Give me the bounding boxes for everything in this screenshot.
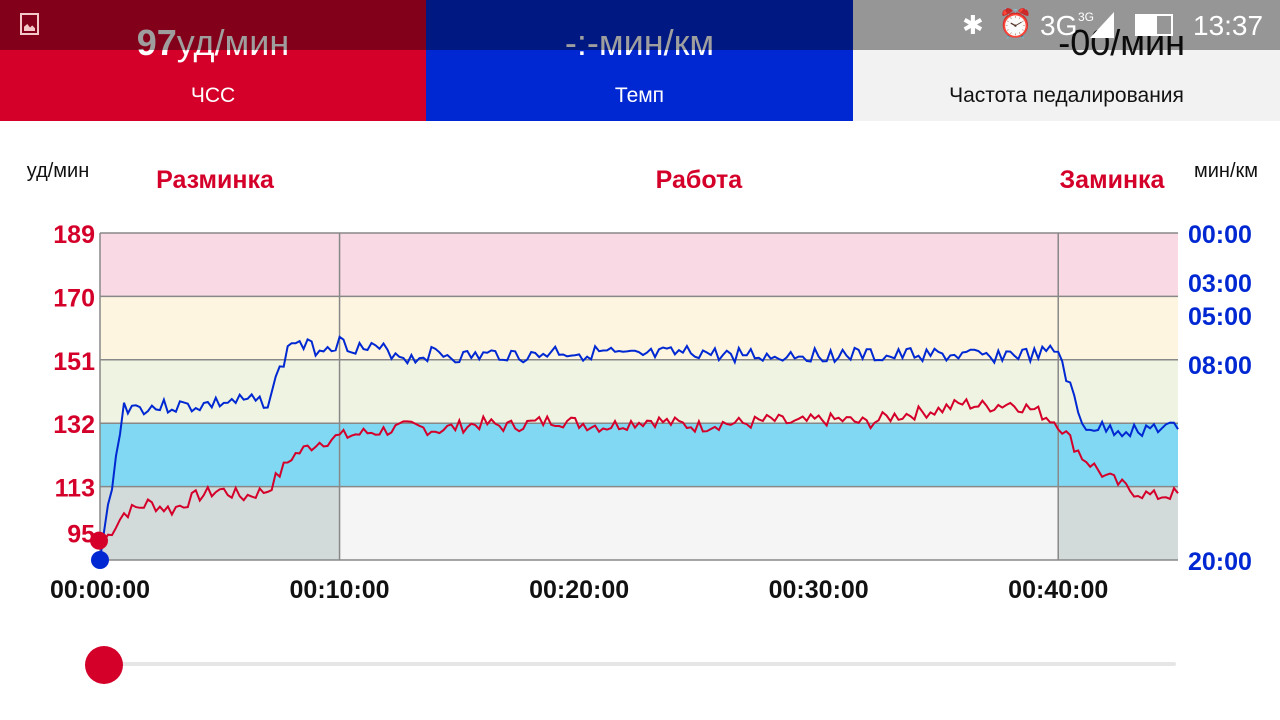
hr-zone-band xyxy=(100,296,1178,360)
right-axis-label: мин/км xyxy=(1194,160,1258,182)
cadence-label: Частота педалирования xyxy=(949,84,1184,107)
pace-tick-label: 08:00 xyxy=(1188,352,1252,380)
hr-start-marker xyxy=(90,531,108,550)
hr-tick-label: 151 xyxy=(53,348,95,376)
phase-label: Работа xyxy=(656,166,744,194)
hr-tick-label: 113 xyxy=(55,475,95,503)
hr-tick-label: 189 xyxy=(53,221,95,249)
gallery-icon xyxy=(20,13,39,35)
phase-label: Заминка xyxy=(1060,166,1166,194)
bluetooth-icon: ✱ xyxy=(962,10,984,40)
phase-label: Разминка xyxy=(156,166,275,194)
timeline-slider[interactable] xyxy=(104,662,1176,666)
battery-icon xyxy=(1135,14,1173,36)
pace-start-marker xyxy=(91,551,109,569)
phase-shade xyxy=(100,486,340,560)
left-axis-label: уд/мин xyxy=(27,160,90,182)
hr-zone-band xyxy=(100,233,1178,297)
status-bar: ✱ ⏰ 3G 3G 13:37 xyxy=(0,0,1280,50)
workout-chart[interactable]: Разминка Работа Заминка уд/мин мин/км 189 170 1… xyxy=(0,121,1280,641)
pace-tick-label: 00:00 xyxy=(1188,221,1252,249)
hr-label: ЧСС xyxy=(190,84,236,107)
time-tick-label: 00:20:00 xyxy=(529,576,629,604)
pace-label: Темп xyxy=(614,84,665,107)
alarm-icon: ⏰ xyxy=(998,8,1033,39)
hr-tick-label: 170 xyxy=(53,284,95,312)
time-tick-label: 00:10:00 xyxy=(290,576,390,604)
time-tick-label: 00:30:00 xyxy=(769,576,869,604)
timeline-slider-knob[interactable] xyxy=(85,646,123,684)
clock: 13:37 xyxy=(1193,10,1264,41)
hr-zone-band xyxy=(100,359,1178,424)
network-type-small: 3G xyxy=(1078,10,1095,24)
pace-tick-label: 20:00 xyxy=(1188,548,1252,576)
pace-tick-label: 05:00 xyxy=(1188,303,1252,331)
hr-zone-band xyxy=(100,423,1178,487)
pace-tick-label: 03:00 xyxy=(1188,270,1252,298)
time-tick-label: 00:40:00 xyxy=(1008,576,1108,604)
time-tick-label: 00:00:00 xyxy=(50,576,150,604)
network-type: 3G xyxy=(1040,10,1078,41)
hr-tick-label: 132 xyxy=(53,411,95,439)
